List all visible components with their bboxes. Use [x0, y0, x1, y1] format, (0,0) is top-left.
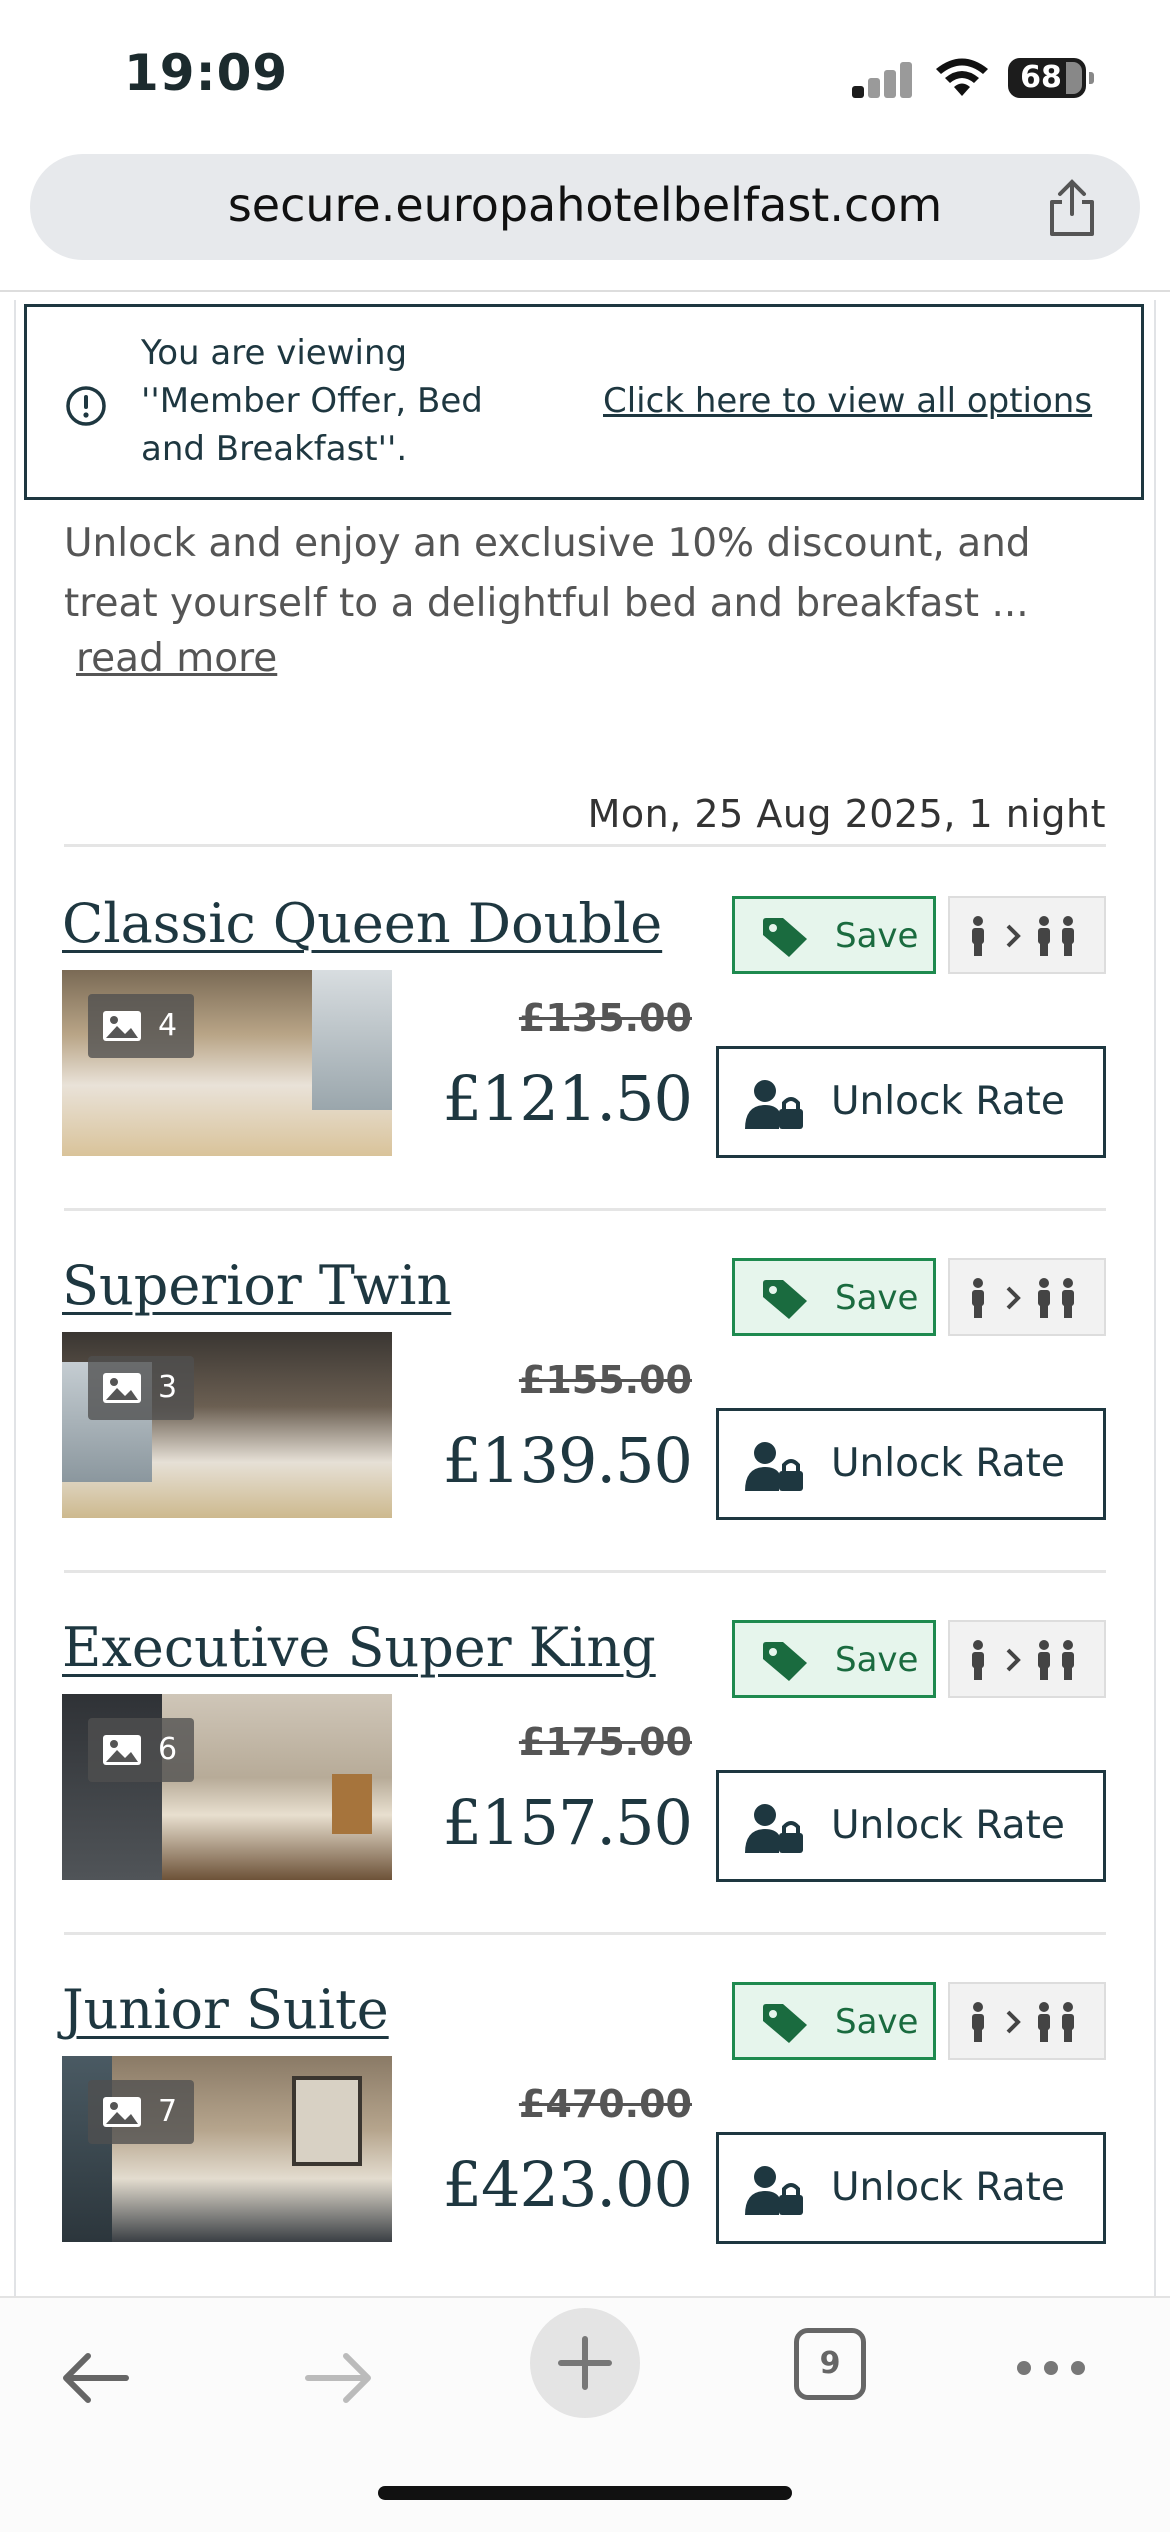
save-label: Save — [835, 2002, 919, 2042]
image-icon — [103, 2097, 141, 2127]
occupancy-icon — [972, 2002, 1074, 2042]
image-icon — [103, 1011, 141, 1041]
notice-message: You are viewing ''Member Offer, Bed and … — [141, 333, 483, 469]
save-label: Save — [835, 1640, 919, 1680]
room-name[interactable]: Classic Queen Double — [62, 892, 662, 955]
home-indicator — [378, 2486, 792, 2500]
unlock-rate-label: Unlock Rate — [831, 1079, 1065, 1124]
room-photo[interactable]: 7 — [62, 2056, 392, 2242]
status-bar: 19:09 68 — [0, 0, 1170, 150]
cellular-signal-icon — [852, 60, 914, 98]
original-price: £155.00 — [518, 1358, 692, 1402]
member-lock-icon — [745, 1804, 803, 1853]
stay-summary: Mon, 25 Aug 2025, 1 night — [587, 792, 1106, 836]
occupancy-badge — [948, 1620, 1106, 1698]
info-icon — [66, 386, 106, 426]
room-name[interactable]: Superior Twin — [62, 1254, 451, 1317]
view-all-options-link[interactable]: Click here to view all options — [603, 381, 1092, 421]
original-price: £470.00 — [518, 2082, 692, 2126]
room-card: Executive Super King Save 6 £175.00 £157… — [0, 1616, 1170, 1960]
photo-count-badge: 6 — [88, 1718, 194, 1782]
plus-icon — [558, 2336, 612, 2390]
photo-count: 6 — [158, 1732, 178, 1767]
wifi-icon — [936, 58, 988, 96]
occupancy-icon — [972, 1640, 1074, 1680]
member-price: £423.00 — [442, 2148, 693, 2221]
photo-count: 4 — [158, 1008, 178, 1043]
tag-icon — [763, 918, 807, 957]
save-label: Save — [835, 916, 919, 956]
unlock-rate-label: Unlock Rate — [831, 1803, 1065, 1848]
offer-notice: You are viewing ''Member Offer, Bed and … — [24, 304, 1144, 500]
room-card: Classic Queen Double Save 4 £135.00 £121… — [0, 892, 1170, 1236]
unlock-rate-button[interactable]: Unlock Rate — [716, 1046, 1106, 1158]
battery-level: 68 — [1020, 60, 1062, 95]
member-lock-icon — [745, 1080, 803, 1129]
image-icon — [103, 1735, 141, 1765]
room-photo[interactable]: 6 — [62, 1694, 392, 1880]
unlock-rate-button[interactable]: Unlock Rate — [716, 1408, 1106, 1520]
new-tab-button[interactable] — [530, 2308, 640, 2418]
tag-icon — [763, 2004, 807, 2043]
save-badge: Save — [732, 896, 936, 974]
photo-count: 3 — [158, 1370, 178, 1405]
back-icon[interactable] — [60, 2350, 130, 2406]
save-badge: Save — [732, 1982, 936, 2060]
toolbar-divider — [0, 290, 1170, 292]
member-lock-icon — [745, 1442, 803, 1491]
photo-count-badge: 4 — [88, 994, 194, 1058]
member-price: £139.50 — [442, 1424, 693, 1497]
room-card: Superior Twin Save 3 £155.00 £139.50 Unl… — [0, 1254, 1170, 1598]
read-more-link[interactable]: read more — [76, 636, 277, 681]
divider — [64, 1570, 1106, 1573]
save-badge: Save — [732, 1258, 936, 1336]
unlock-rate-label: Unlock Rate — [831, 1441, 1065, 1486]
more-icon[interactable] — [1014, 2356, 1088, 2380]
photo-count-badge: 3 — [88, 1356, 194, 1420]
photo-count: 7 — [158, 2094, 178, 2129]
unlock-rate-button[interactable]: Unlock Rate — [716, 1770, 1106, 1882]
room-name[interactable]: Junior Suite — [62, 1978, 389, 2041]
room-photo[interactable]: 3 — [62, 1332, 392, 1518]
save-badge: Save — [732, 1620, 936, 1698]
address-bar[interactable]: secure.europahotelbelfast.com — [30, 154, 1140, 260]
room-name[interactable]: Executive Super King — [62, 1616, 656, 1679]
status-time: 19:09 — [124, 44, 289, 102]
member-lock-icon — [745, 2166, 803, 2215]
save-label: Save — [835, 1278, 919, 1318]
member-price: £157.50 — [442, 1786, 693, 1859]
room-card: Junior Suite Save 7 £470.00 £423.00 Unlo… — [0, 1978, 1170, 2322]
share-icon[interactable] — [1046, 178, 1098, 238]
url-text[interactable]: secure.europahotelbelfast.com — [30, 178, 1140, 232]
tag-icon — [763, 1280, 807, 1319]
unlock-rate-label: Unlock Rate — [831, 2165, 1065, 2210]
occupancy-badge — [948, 1982, 1106, 2060]
occupancy-icon — [972, 916, 1074, 956]
forward-icon[interactable] — [304, 2350, 374, 2406]
unlock-rate-button[interactable]: Unlock Rate — [716, 2132, 1106, 2244]
occupancy-badge — [948, 896, 1106, 974]
member-price: £121.50 — [442, 1062, 693, 1135]
offer-description: Unlock and enjoy an exclusive 10% discou… — [64, 521, 1031, 626]
divider — [64, 1932, 1106, 1935]
divider — [64, 844, 1106, 847]
room-photo[interactable]: 4 — [62, 970, 392, 1156]
occupancy-badge — [948, 1258, 1106, 1336]
occupancy-icon — [972, 1278, 1074, 1318]
photo-count-badge: 7 — [88, 2080, 194, 2144]
image-icon — [103, 1373, 141, 1403]
divider — [64, 1208, 1106, 1211]
original-price: £135.00 — [518, 996, 692, 1040]
original-price: £175.00 — [518, 1720, 692, 1764]
tag-icon — [763, 1642, 807, 1681]
tab-switcher-button[interactable]: 9 — [794, 2328, 866, 2400]
battery-icon: 68 — [1008, 58, 1094, 98]
